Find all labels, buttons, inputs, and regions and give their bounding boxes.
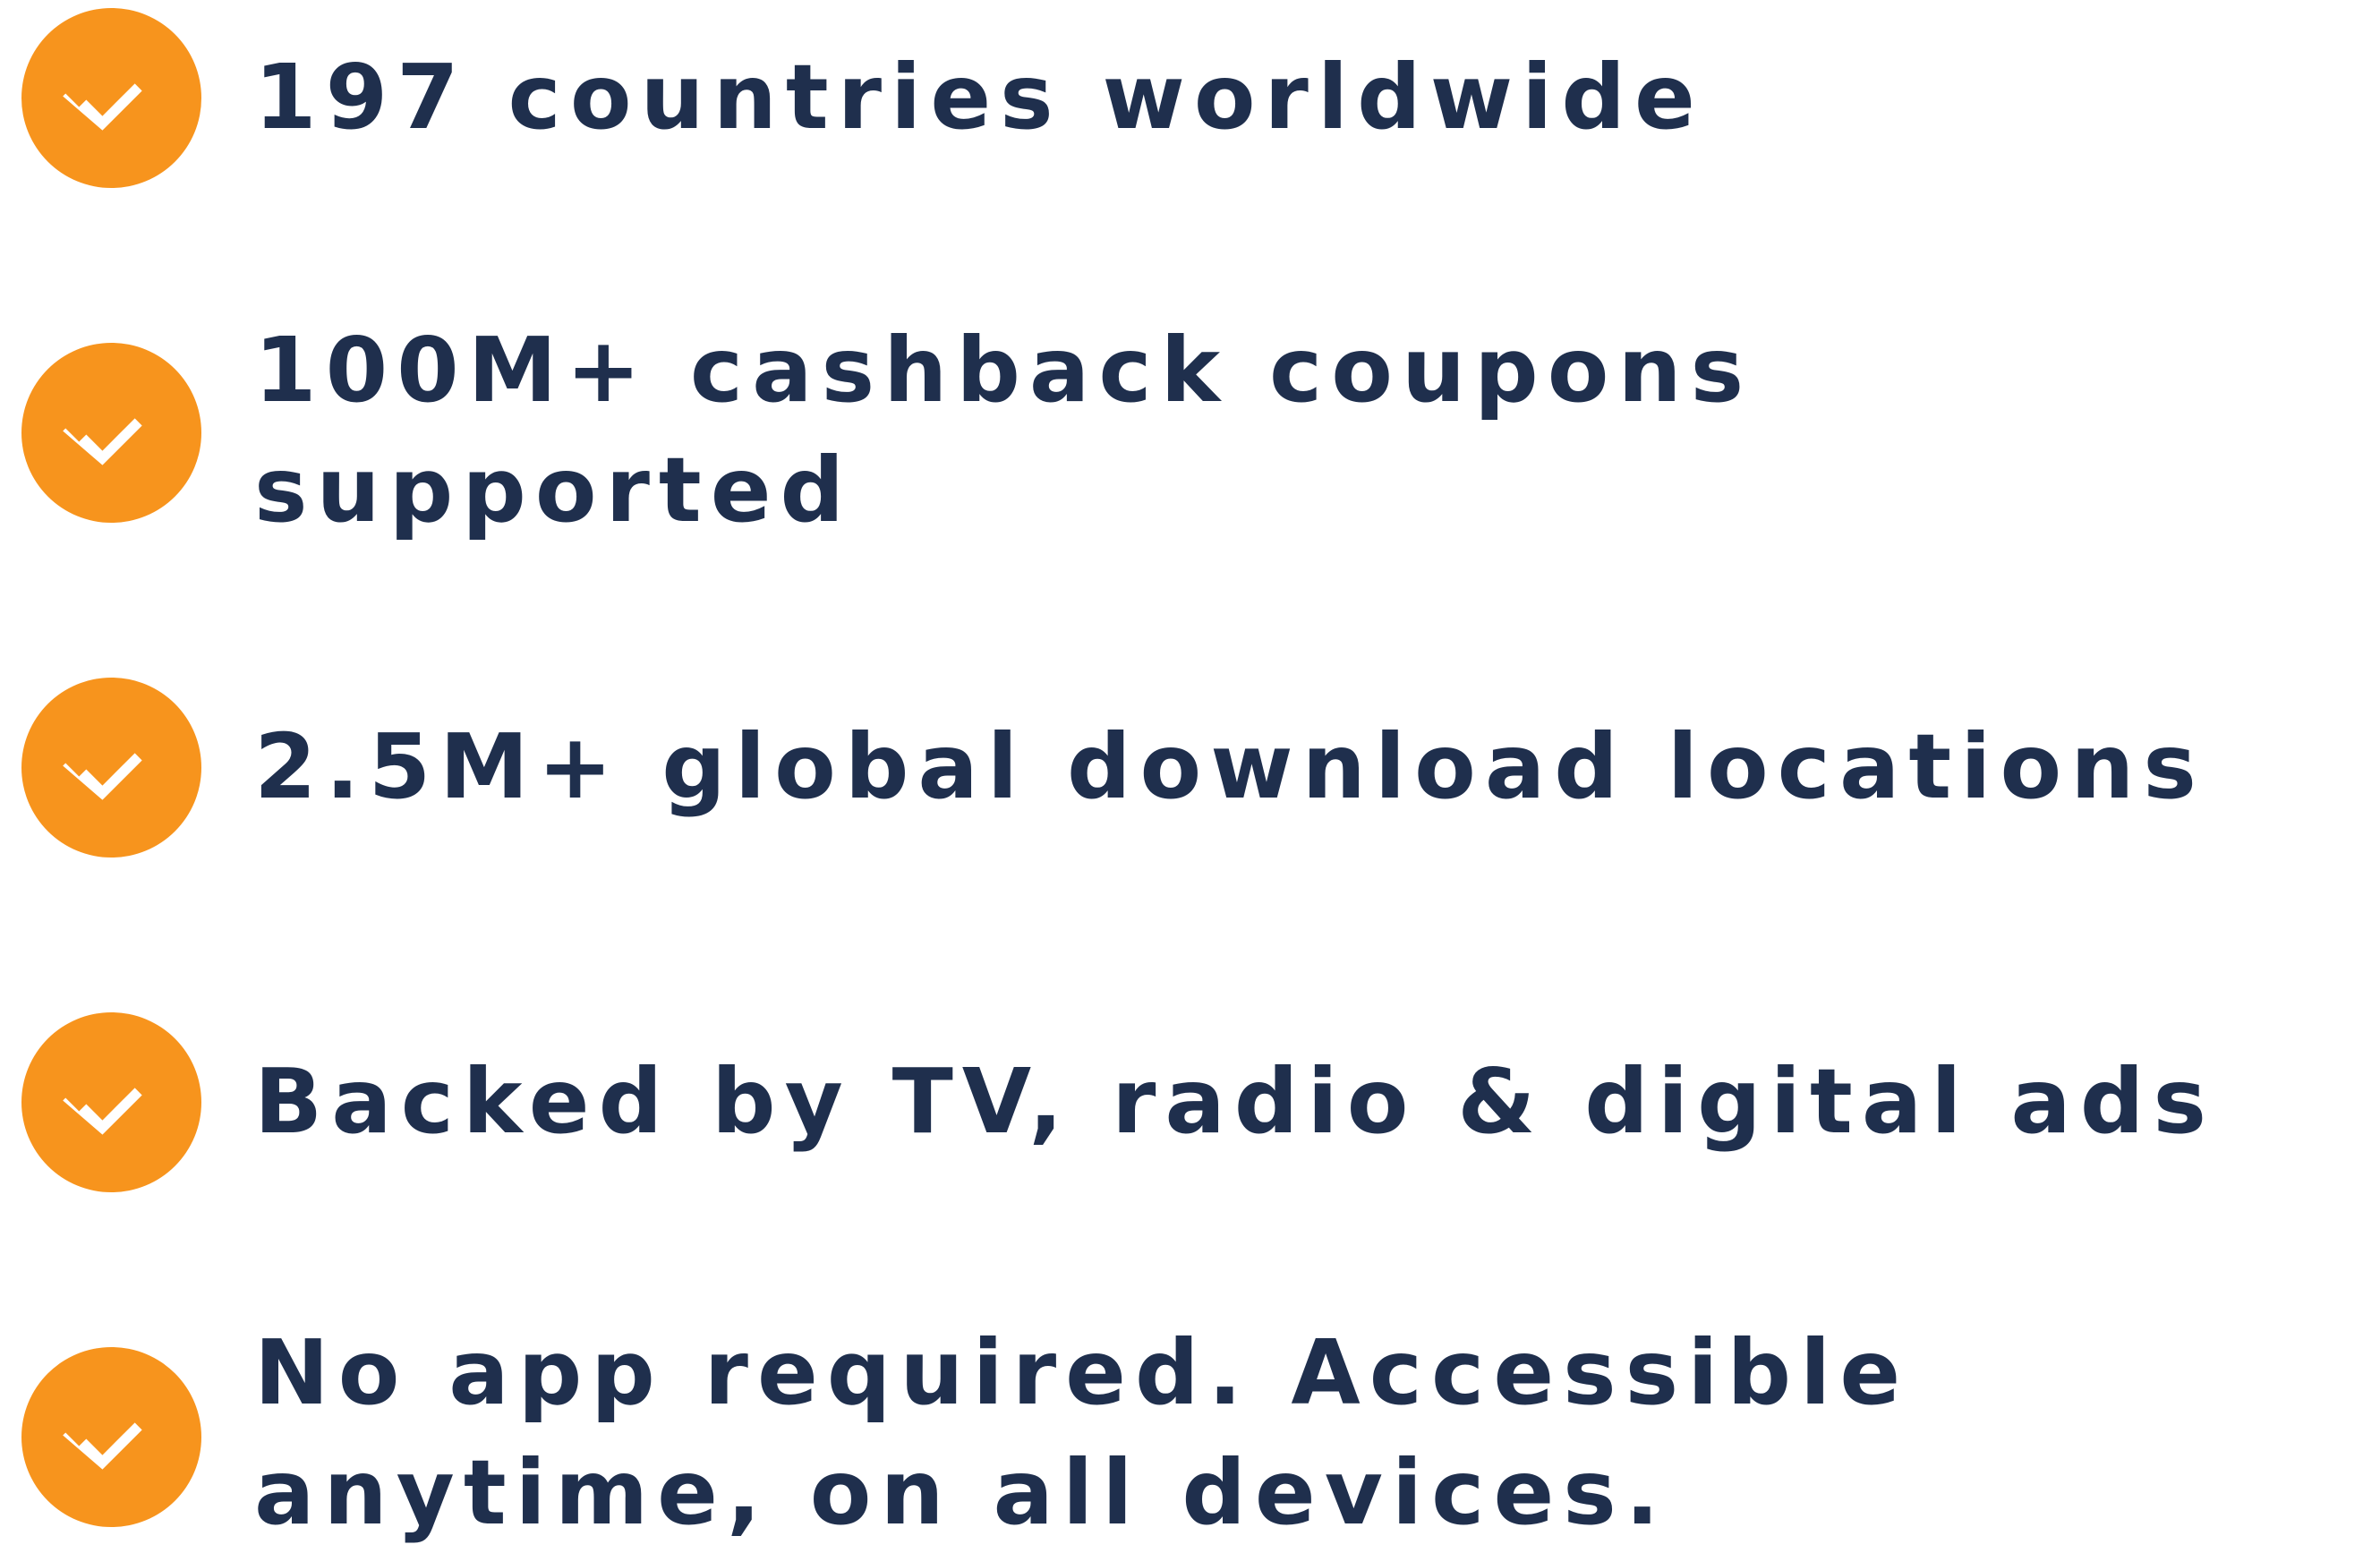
feature-text-line: 197 countries worldwide [254,45,1704,149]
feature-text: Backed by TV, radio & digital ads [254,1042,2380,1162]
feature-text: No app required. Accessible anytime, on … [254,1313,2380,1553]
feature-list: 197 countries worldwide 100M+ cashback c… [0,0,2380,1545]
check-circle-icon [21,8,201,188]
feature-text-line: Backed by TV, radio & digital ads [254,1049,2215,1154]
feature-text: 100M+ cashback coupons supported [254,311,2380,550]
feature-text-line: No app required. Accessible [254,1320,1910,1425]
feature-text-line: 2.5M+ global download locations [254,714,2205,819]
feature-text-line: anytime, on all devices. [254,1440,1668,1545]
feature-text: 197 countries worldwide [254,38,2380,158]
check-circle-icon [21,1347,201,1527]
feature-text-line: supported [254,438,854,542]
feature-text: 2.5M+ global download locations [254,707,2380,827]
check-circle-icon [21,678,201,858]
feature-text-line: 100M+ cashback coupons [254,318,1753,422]
check-circle-icon [21,343,201,523]
check-circle-icon [21,1012,201,1192]
